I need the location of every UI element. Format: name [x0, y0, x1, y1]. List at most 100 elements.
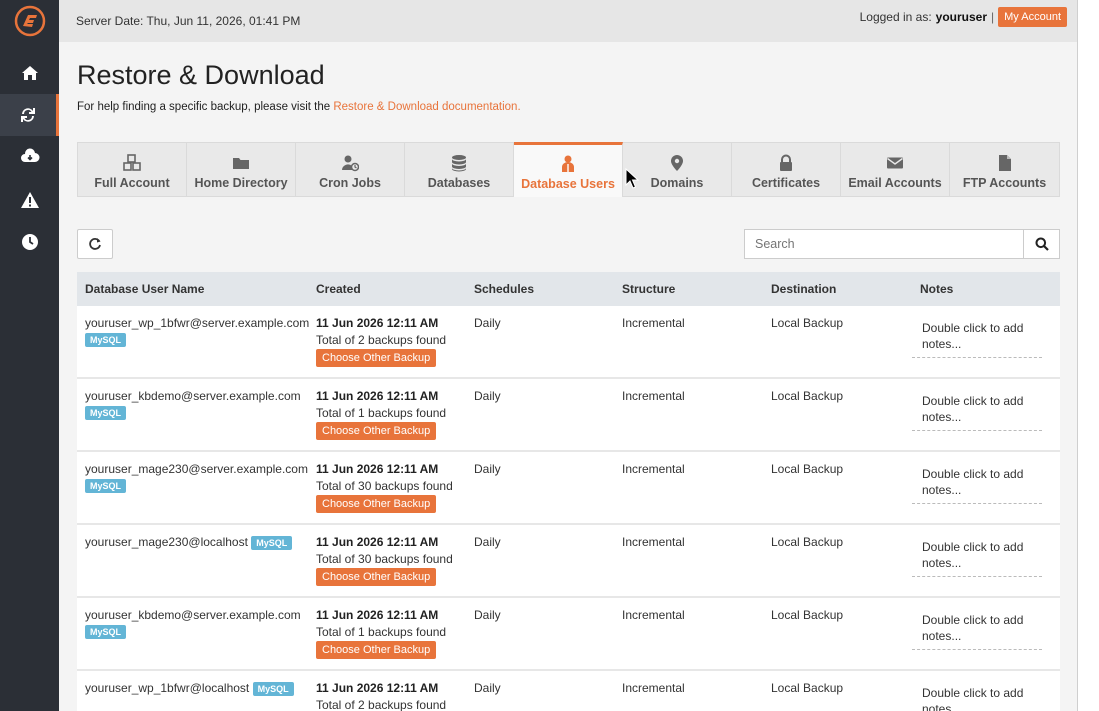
- scrollbar-track[interactable]: [1077, 0, 1099, 711]
- column-header[interactable]: Structure: [614, 272, 763, 306]
- search-button[interactable]: [1023, 229, 1060, 259]
- table-row[interactable]: youruser_kbdemo@server.example.com MySQL 1…: [77, 598, 1060, 671]
- notes-cell: Double click to add notes...: [912, 525, 1060, 596]
- tab-label: FTP Accounts: [962, 176, 1047, 190]
- notes-field[interactable]: Double click to add notes...: [912, 452, 1042, 504]
- refresh-button[interactable]: [77, 229, 113, 259]
- column-header[interactable]: Schedules: [466, 272, 614, 306]
- search-icon: [1035, 237, 1049, 251]
- db-user-cell: youruser_kbdemo@server.example.com MySQL: [77, 598, 308, 669]
- column-header[interactable]: Database User Name: [77, 272, 308, 306]
- sidebar: [0, 0, 59, 711]
- documentation-link[interactable]: Restore & Download documentation.: [333, 101, 520, 113]
- tab-full-account[interactable]: Full Account: [78, 143, 187, 196]
- refresh-icon: [89, 238, 101, 250]
- sidebar-item-history[interactable]: [0, 221, 59, 263]
- mysql-badge: MySQL: [85, 479, 127, 493]
- mouse-cursor-icon: [625, 168, 639, 189]
- table-row[interactable]: youruser_wp_1bfwr@server.example.com MySQ…: [77, 306, 1060, 379]
- my-account-button[interactable]: My Account: [998, 7, 1067, 27]
- sidebar-item-download[interactable]: [0, 136, 59, 178]
- schedule-cell: Daily: [474, 462, 501, 476]
- backups-found: Total of 1 backups found: [316, 625, 447, 639]
- tab-label: Domains: [650, 176, 704, 190]
- table-row[interactable]: youruser_mage230@server.example.com MySQL…: [77, 452, 1060, 525]
- schedule-cell: Daily: [474, 535, 501, 549]
- backup-type-tabs: Full Account Home Directory Cron Jobs Da…: [77, 142, 1060, 197]
- choose-other-backup-button[interactable]: Choose Other Backup: [316, 422, 437, 440]
- column-header[interactable]: Created: [308, 272, 466, 306]
- logo-icon[interactable]: [12, 5, 48, 37]
- tab-database-users[interactable]: Database Users: [514, 142, 623, 197]
- tab-home-directory[interactable]: Home Directory: [187, 143, 296, 196]
- structure-cell: Incremental: [622, 535, 685, 549]
- clock-icon: [21, 234, 38, 250]
- tab-domains[interactable]: Domains: [623, 143, 732, 196]
- tab-label: Email Accounts: [848, 176, 942, 190]
- login-info: Logged in as: youruser | My Account: [860, 7, 1067, 27]
- sidebar-item-alerts[interactable]: [0, 179, 59, 221]
- folder-icon: [233, 158, 249, 169]
- top-bar: Server Date: Thu, Jun 11, 2026, 01:41 PM…: [59, 0, 1077, 42]
- tab-label: Home Directory: [194, 176, 288, 190]
- help-text: For help finding a specific backup, plea…: [77, 101, 521, 113]
- users-icon: [562, 155, 574, 172]
- choose-other-backup-button[interactable]: Choose Other Backup: [316, 495, 437, 513]
- tab-cron-jobs[interactable]: Cron Jobs: [296, 143, 405, 196]
- envelope-icon: [887, 157, 903, 169]
- help-prefix: For help finding a specific backup, plea…: [77, 101, 334, 113]
- destination-cell: Local Backup: [771, 535, 844, 549]
- column-header: Notes: [920, 282, 954, 296]
- sidebar-item-restore[interactable]: [0, 94, 59, 136]
- column-header[interactable]: Destination: [763, 272, 912, 306]
- tab-certificates[interactable]: Certificates: [732, 143, 841, 196]
- notes-field[interactable]: Double click to add notes...: [912, 598, 1042, 650]
- mysql-badge: MySQL: [252, 681, 294, 696]
- db-user-cell: youruser_wp_1bfwr@server.example.com MySQ…: [77, 306, 309, 377]
- file-icon: [998, 155, 1011, 171]
- logged-in-label: Logged in as:: [859, 10, 932, 24]
- created-cell: 11 Jun 2026 12:11 AM Total of 30 backups …: [308, 452, 466, 523]
- structure-cell: Incremental: [622, 462, 685, 476]
- tab-label: Full Account: [94, 176, 170, 190]
- backups-found: Total of 2 backups found: [316, 698, 447, 711]
- table-body: youruser_wp_1bfwr@server.example.com MySQ…: [77, 306, 1060, 711]
- destination-cell: Local Backup: [771, 462, 844, 476]
- notes-field[interactable]: Double click to add notes...: [912, 306, 1042, 358]
- tab-databases[interactable]: Databases: [405, 143, 514, 196]
- schedule-cell: Daily: [474, 389, 501, 403]
- created-date: 11 Jun 2026 12:11 AM: [316, 389, 439, 403]
- tab-label: Certificates: [751, 176, 821, 190]
- choose-other-backup-button[interactable]: Choose Other Backup: [316, 568, 437, 586]
- search-input[interactable]: [744, 229, 1024, 259]
- destination-cell: Local Backup: [771, 316, 844, 330]
- table-row[interactable]: youruser_wp_1bfwr@localhost MySQL 11 Jun …: [77, 671, 1060, 711]
- tab-label: Cron Jobs: [319, 176, 381, 190]
- destination-cell: Local Backup: [771, 389, 844, 403]
- backups-found: Total of 30 backups found: [316, 552, 453, 566]
- db-user-name: youruser_mage230@server.example.com: [85, 462, 308, 476]
- created-cell: 11 Jun 2026 12:11 AM Total of 1 backups f…: [308, 598, 466, 669]
- notes-field[interactable]: Double click to add notes...: [912, 671, 1042, 711]
- db-user-cell: youruser_mage230@server.example.com MySQL: [77, 452, 308, 523]
- destination-cell: Local Backup: [771, 608, 844, 622]
- database-icon: [452, 155, 466, 172]
- sidebar-item-home[interactable]: [0, 52, 59, 94]
- choose-other-backup-button[interactable]: Choose Other Backup: [316, 349, 437, 367]
- tab-email-accounts[interactable]: Email Accounts: [841, 143, 950, 196]
- table-row[interactable]: youruser_kbdemo@server.example.com MySQL 1…: [77, 379, 1060, 452]
- notes-cell: Double click to add notes...: [912, 598, 1060, 669]
- db-user-name: youruser_kbdemo@server.example.com: [85, 389, 301, 403]
- home-icon: [21, 66, 38, 80]
- choose-other-backup-button[interactable]: Choose Other Backup: [316, 641, 437, 659]
- tab-label: Database Users: [521, 177, 615, 191]
- page-title: Restore & Download: [77, 60, 325, 90]
- notes-field[interactable]: Double click to add notes...: [912, 525, 1042, 577]
- tab-ftp-accounts[interactable]: FTP Accounts: [950, 143, 1059, 196]
- db-user-name: youruser_mage230@localhost: [85, 535, 248, 549]
- created-date: 11 Jun 2026 12:11 AM: [316, 462, 439, 476]
- table-row[interactable]: youruser_mage230@localhost MySQL 11 Jun 2…: [77, 525, 1060, 598]
- created-date: 11 Jun 2026 12:11 AM: [316, 316, 439, 330]
- db-user-cell: youruser_wp_1bfwr@localhost MySQL: [77, 671, 308, 711]
- notes-field[interactable]: Double click to add notes...: [912, 379, 1042, 431]
